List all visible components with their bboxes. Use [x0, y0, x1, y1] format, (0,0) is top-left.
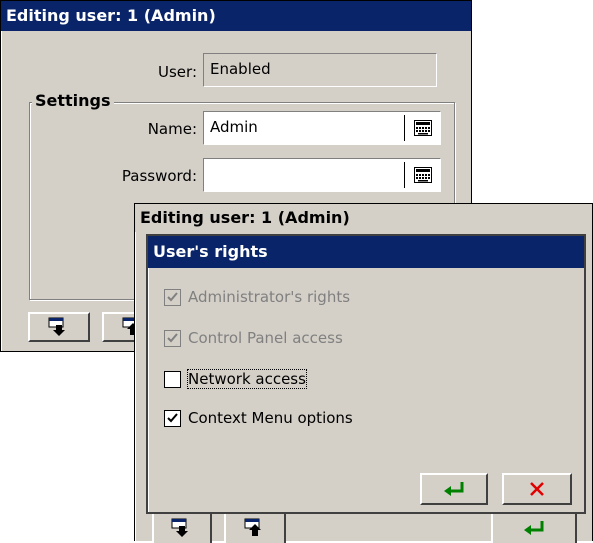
- user-label: User:: [158, 63, 197, 81]
- enter-arrow-icon: [444, 482, 464, 496]
- settings-legend: Settings: [32, 92, 114, 110]
- name-field[interactable]: Admin: [203, 111, 441, 145]
- checkbox-context-menu-options[interactable]: Context Menu options: [164, 405, 353, 431]
- checkbox-box: [164, 329, 181, 347]
- checkbox-network-access[interactable]: Network access: [164, 366, 307, 392]
- user-rights-title: User's rights: [153, 242, 268, 261]
- checkbox-control-panel-access: Control Panel access: [164, 325, 343, 351]
- save-down-icon: [171, 518, 188, 537]
- save-down-icon: [48, 317, 65, 336]
- checkbox-label[interactable]: Network access: [187, 369, 307, 389]
- save-button[interactable]: [28, 312, 90, 342]
- checkbox-box[interactable]: [164, 409, 181, 427]
- password-field[interactable]: [203, 158, 441, 192]
- checkbox-administrators-rights: Administrator's rights: [164, 284, 350, 310]
- load-up-icon: [244, 518, 261, 536]
- confirm-button[interactable]: [420, 473, 488, 505]
- checkbox-label[interactable]: Context Menu options: [188, 409, 353, 427]
- back-window-titlebar: Editing user: 1 (Admin): [1, 1, 471, 31]
- save-button[interactable]: [152, 511, 212, 543]
- middle-window-titlebar: Editing user: 1 (Admin): [135, 204, 592, 232]
- checkbox-label: Administrator's rights: [188, 288, 351, 306]
- user-status-field: Enabled: [203, 53, 437, 87]
- middle-window-title: Editing user: 1 (Admin): [140, 208, 350, 227]
- user-rights-dialog: User's rights Administrator's rights Con…: [146, 234, 586, 514]
- close-x-icon: [530, 482, 544, 496]
- keyboard-icon[interactable]: [404, 115, 440, 141]
- password-label: Password:: [121, 167, 197, 185]
- cancel-button[interactable]: [502, 473, 572, 505]
- checkbox-box: [164, 288, 181, 306]
- keyboard-icon[interactable]: [404, 162, 440, 188]
- ok-button[interactable]: [491, 511, 577, 543]
- checkbox-label: Control Panel access: [188, 329, 343, 347]
- user-rights-titlebar: User's rights: [148, 236, 584, 268]
- checkbox-box[interactable]: [164, 370, 181, 388]
- name-label: Name:: [147, 120, 197, 138]
- name-value: Admin: [210, 118, 258, 136]
- enter-arrow-icon: [524, 521, 544, 535]
- load-button[interactable]: [224, 511, 286, 543]
- back-window-title: Editing user: 1 (Admin): [6, 6, 216, 25]
